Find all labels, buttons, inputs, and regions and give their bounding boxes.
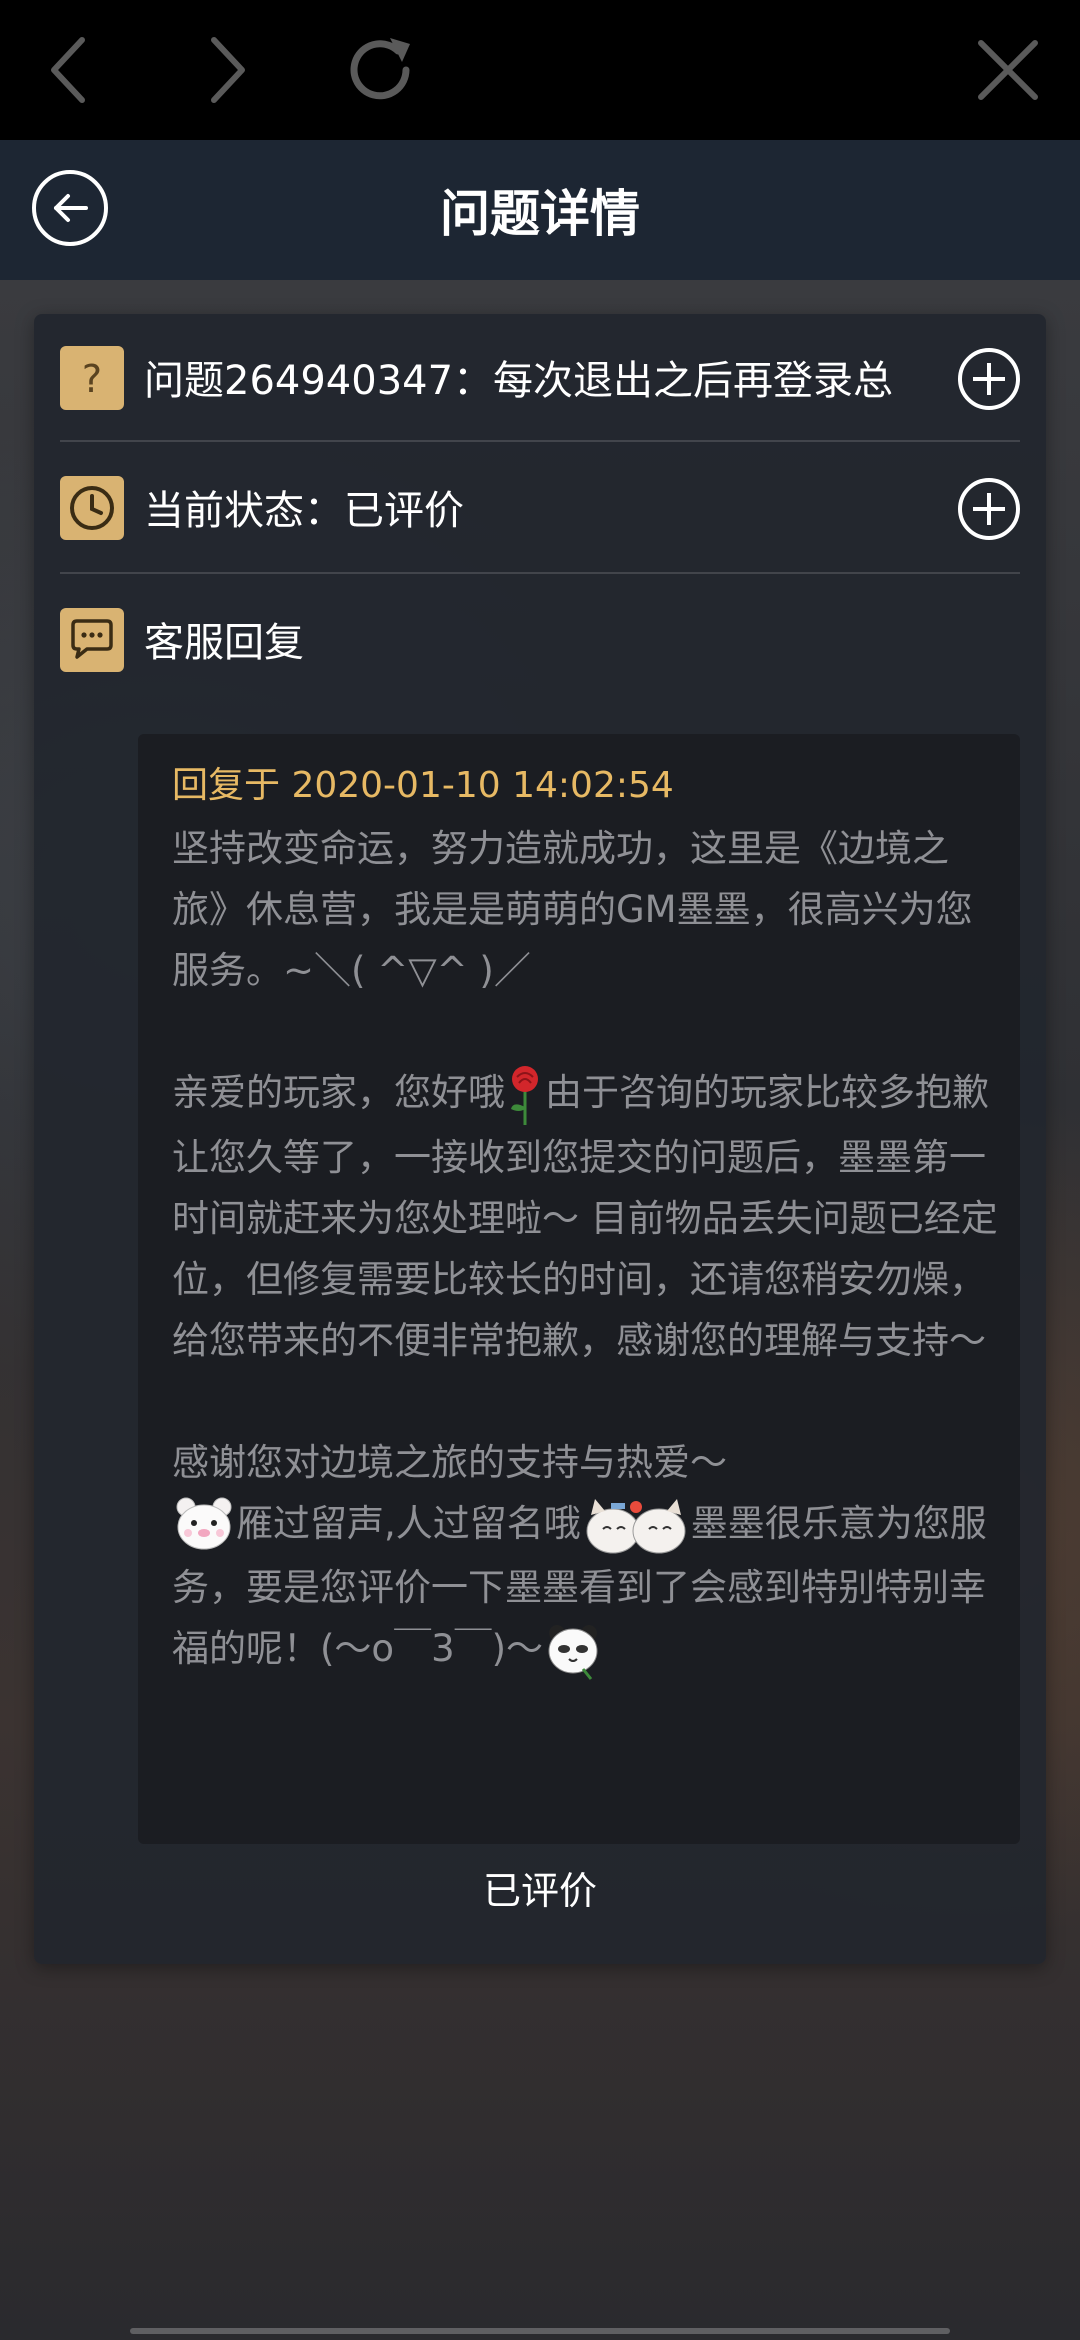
question-title: 问题264940347：每次退出之后再登录总: [144, 358, 894, 404]
question-row[interactable]: ? 问题264940347：每次退出之后再登录总: [60, 314, 1020, 444]
chevron-left-icon: [51, 37, 85, 103]
reply-date: 回复于 2020-01-10 14:02:54: [172, 765, 674, 806]
status-text: 当前状态：已评价: [144, 488, 464, 534]
reply-message: 回复于 2020-01-10 14:02:54 坚持改变命运，努力造就成功，这里…: [138, 734, 1020, 1844]
browser-close-button[interactable]: [958, 20, 1058, 120]
divider: [60, 440, 1020, 442]
detail-card: ? 问题264940347：每次退出之后再登录总 当前状态：已评价 客服回复 回…: [34, 314, 1046, 1964]
reply-text: 由于咨询的玩家比较多抱歉让您久等了，一接收到您提交的问题后，墨墨第一时间就赶来为…: [172, 1071, 998, 1362]
rose-icon: [511, 1065, 538, 1125]
page-header: 问题详情: [0, 140, 1080, 280]
browser-forward-button[interactable]: [178, 20, 278, 120]
browser-back-button[interactable]: [18, 20, 118, 120]
reply-paragraph: 坚持改变命运，努力造就成功，这里是《边境之旅》休息营，我是是萌萌的GM墨墨，很高…: [172, 827, 973, 992]
browser-reload-button[interactable]: [330, 20, 430, 120]
svg-text:?: ?: [82, 357, 102, 400]
chevron-right-icon: [211, 37, 245, 103]
browser-toolbar: [0, 0, 1080, 140]
chat-bubble-icon: [60, 608, 124, 672]
clock-icon: [60, 476, 124, 540]
plus-circle-icon[interactable]: [958, 348, 1020, 410]
reply-text: 雁过留声,人过留名哦: [236, 1501, 581, 1545]
page-title: 问题详情: [440, 185, 640, 243]
rated-status-label: 已评价: [482, 1869, 597, 1913]
close-icon: [978, 40, 1038, 100]
reply-text: 亲爱的玩家，您好哦: [172, 1071, 505, 1114]
divider: [60, 572, 1020, 574]
reply-body: 坚持改变命运，努力造就成功，这里是《边境之旅》休息营，我是是萌萌的GM墨墨，很高…: [172, 818, 1002, 1683]
plus-circle-icon[interactable]: [958, 478, 1020, 540]
reply-paragraph: 亲爱的玩家，您好哦 由于咨询的玩家比较多抱歉让您久等了，一接收到您提交的问题后，…: [172, 1062, 1002, 1371]
twin-cats-sticker-icon: [586, 1499, 686, 1554]
white-bear-sticker-icon: [176, 1497, 232, 1550]
panda-sticker-icon: [548, 1624, 598, 1680]
reply-paragraph: 雁过留声,人过留名哦 墨墨很乐意为您服务，要是您评价一下墨墨看到了会感到特别特别…: [172, 1493, 1002, 1683]
reply-header-row: 客服回复: [60, 576, 1020, 706]
reply-paragraph: 感谢您对边境之旅的支持与热爱～: [172, 1440, 727, 1484]
question-icon: ?: [60, 346, 124, 410]
status-row[interactable]: 当前状态：已评价: [60, 444, 1020, 574]
reply-header-label: 客服回复: [144, 620, 304, 666]
home-indicator: [130, 2328, 950, 2334]
reload-icon: [350, 38, 410, 100]
